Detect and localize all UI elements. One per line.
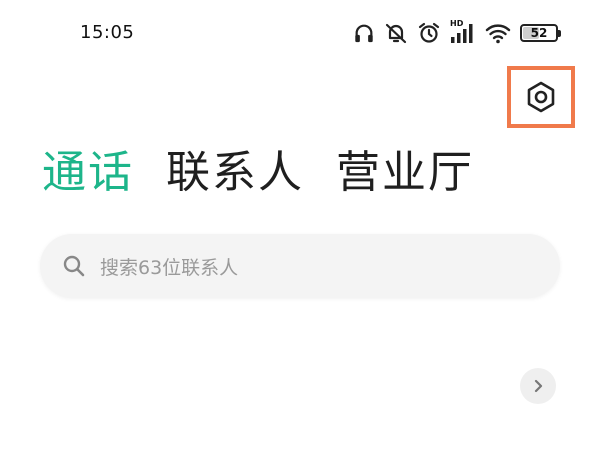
battery-icon: 52 (520, 24, 561, 42)
tab-bar: 通话 联系人 营业厅 (42, 143, 474, 203)
tab-service-hall[interactable]: 营业厅 (336, 143, 474, 203)
expand-button[interactable] (520, 368, 556, 404)
search-placeholder: 搜索63位联系人 (100, 256, 239, 279)
battery-level: 52 (530, 26, 548, 40)
status-bar: 15:05 HD 52 (0, 0, 600, 64)
status-icons: HD 52 (353, 19, 561, 46)
settings-hexagon-icon (527, 81, 555, 113)
wifi-icon (485, 24, 511, 44)
tab-contacts[interactable]: 联系人 (166, 143, 304, 203)
alarm-icon (418, 22, 440, 43)
chevron-right-icon (534, 379, 543, 393)
search-icon (63, 255, 85, 277)
hd-signal-icon: HD (450, 19, 476, 44)
status-time: 15:05 (80, 22, 135, 43)
settings-button[interactable] (507, 66, 575, 128)
headphones-icon (355, 24, 373, 43)
search-bar[interactable]: 搜索63位联系人 (40, 234, 560, 298)
tab-calls[interactable]: 通话 (42, 143, 134, 203)
muted-bell-icon (385, 23, 407, 44)
